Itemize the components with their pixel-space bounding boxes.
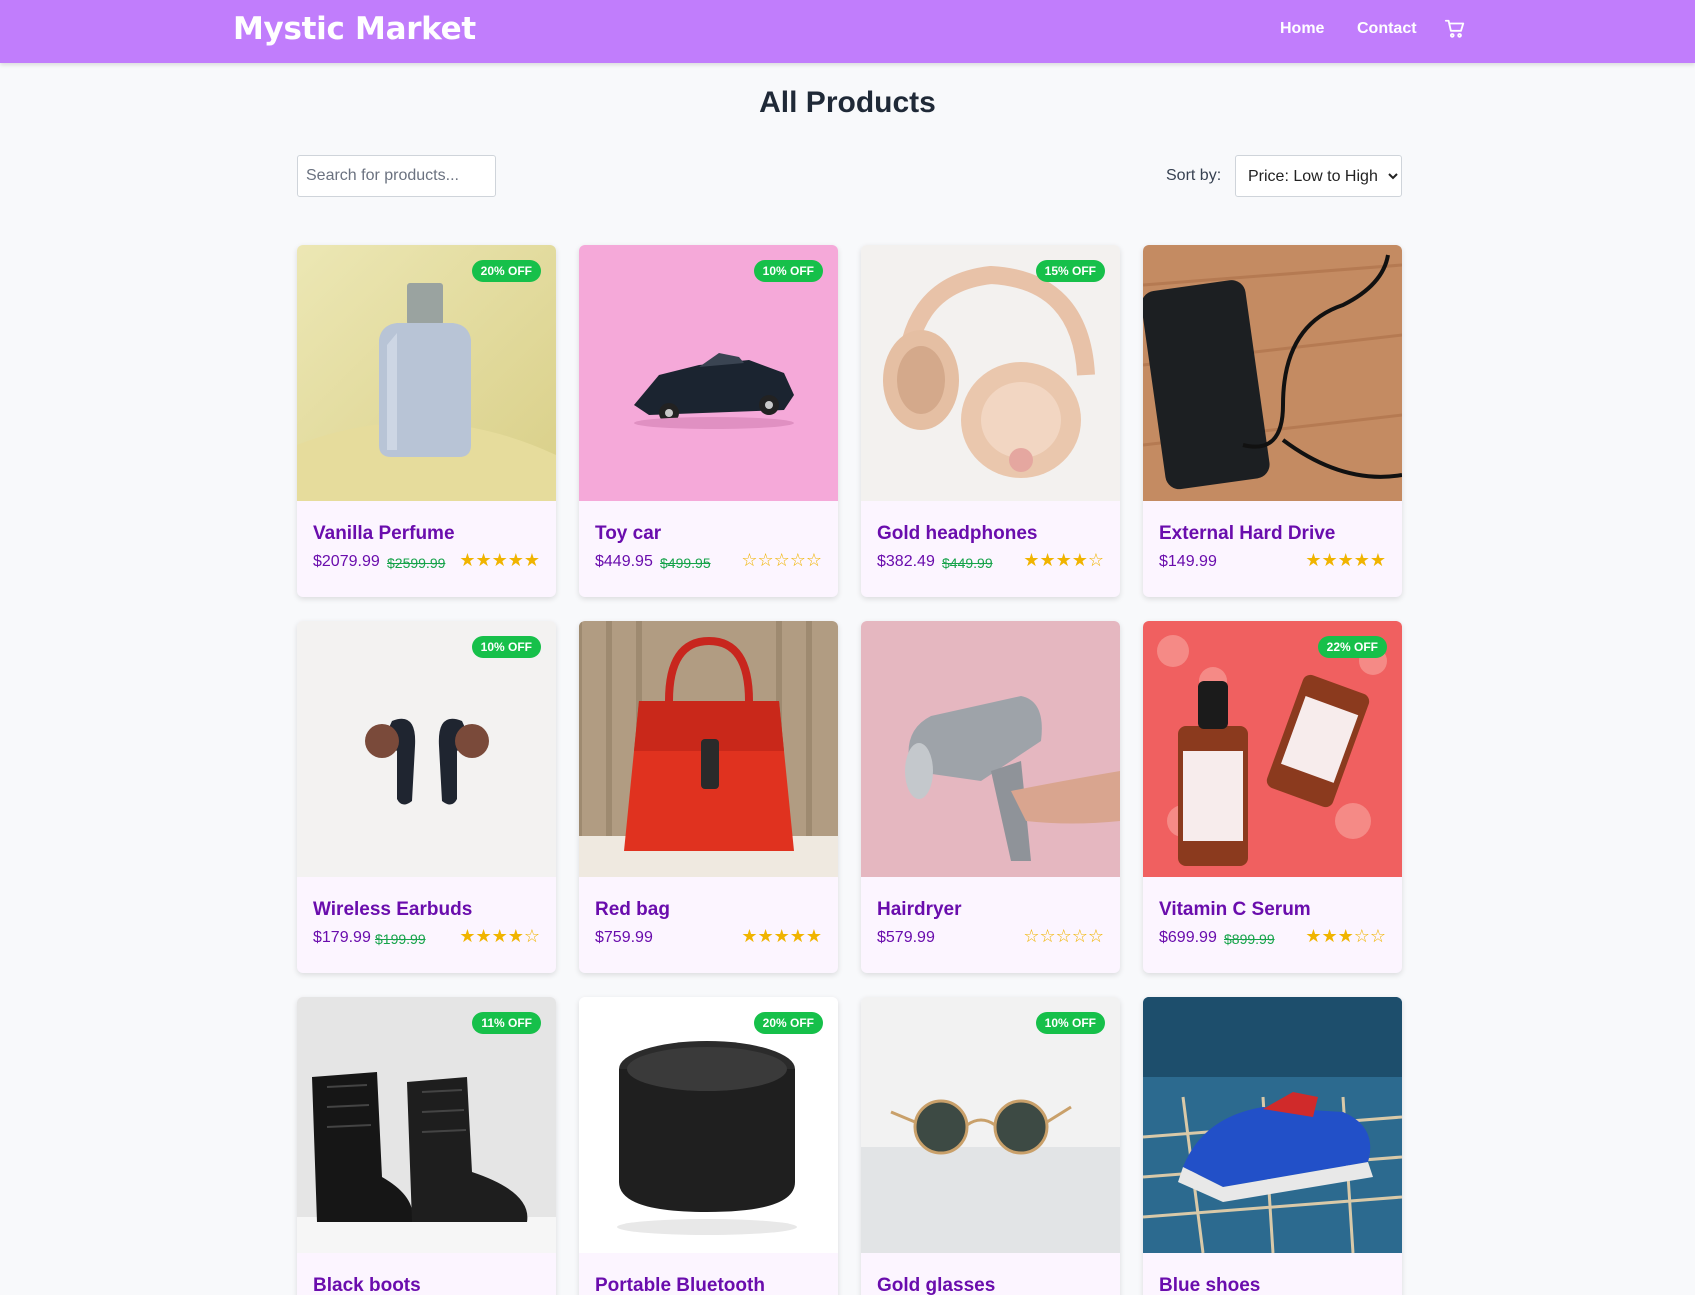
product-price: $449.95: [595, 553, 653, 570]
product-title[interactable]: Black boots: [313, 1275, 421, 1295]
product-image-toy-car[interactable]: [579, 245, 838, 501]
product-image-serum[interactable]: [1143, 621, 1402, 877]
cart-icon[interactable]: [1444, 18, 1466, 40]
product-price: $2079.99: [313, 553, 380, 570]
nav-home-link[interactable]: Home: [1280, 20, 1324, 38]
product-image-perfume[interactable]: [297, 245, 556, 501]
brand-logo[interactable]: Mystic Market: [233, 11, 476, 47]
product-card[interactable]: 20% OFF Vanilla Perfume $2079.99 $2599.9…: [297, 245, 556, 597]
product-old-price: $449.99: [942, 555, 993, 571]
discount-badge: 10% OFF: [471, 636, 541, 658]
product-image-headphones[interactable]: [861, 245, 1120, 501]
product-image-boots[interactable]: [297, 997, 556, 1253]
product-card[interactable]: 15% OFF Gold headphones $382.49 $449.99 …: [861, 245, 1120, 597]
product-title[interactable]: Toy car: [595, 523, 661, 545]
product-title[interactable]: Red bag: [595, 899, 670, 921]
product-image-blue-shoes[interactable]: [1143, 997, 1402, 1253]
discount-badge: 22% OFF: [1317, 636, 1387, 658]
product-title[interactable]: Blue shoes: [1159, 1275, 1260, 1295]
discount-badge: 20% OFF: [471, 260, 541, 282]
product-title[interactable]: Gold glasses: [877, 1275, 995, 1295]
product-price: $759.99: [595, 929, 653, 946]
sort-label: Sort by:: [1166, 167, 1222, 184]
rating-stars: ★★★★☆: [1023, 550, 1104, 571]
product-old-price: $499.95: [660, 555, 711, 571]
rating-stars: ☆☆☆☆☆: [741, 550, 822, 571]
product-card[interactable]: Red bag $759.99 ★★★★★: [579, 621, 838, 973]
product-card[interactable]: 22% OFF Vitamin C Serum $699.99 $899.99 …: [1143, 621, 1402, 973]
discount-badge: 11% OFF: [472, 1012, 541, 1034]
rating-stars: ★★★☆☆: [1305, 926, 1386, 947]
product-image-hairdryer[interactable]: [861, 621, 1120, 877]
product-price: $382.49: [877, 553, 935, 570]
page-title: All Products: [759, 86, 936, 119]
product-title[interactable]: Vanilla Perfume: [313, 523, 455, 545]
product-old-price: $899.99: [1224, 931, 1275, 947]
rating-stars: ☆☆☆☆☆: [1023, 926, 1104, 947]
product-card[interactable]: External Hard Drive $149.99 ★★★★★: [1143, 245, 1402, 597]
sort-select[interactable]: Price: Low to High: [1235, 155, 1402, 197]
rating-stars: ★★★★★: [1305, 550, 1386, 571]
product-title[interactable]: Hairdryer: [877, 899, 962, 921]
product-title[interactable]: External Hard Drive: [1159, 523, 1335, 545]
product-image-hard-drive[interactable]: [1143, 245, 1402, 501]
rating-stars: ★★★★★: [741, 926, 822, 947]
search-input[interactable]: [297, 155, 496, 197]
product-image-earbuds[interactable]: [297, 621, 556, 877]
rating-stars: ★★★★★: [459, 550, 540, 571]
product-title[interactable]: Portable Bluetooth: [595, 1275, 765, 1295]
product-price: $179.99: [313, 929, 371, 946]
product-card[interactable]: Blue shoes: [1143, 997, 1402, 1295]
product-card[interactable]: 10% OFF Gold glasses: [861, 997, 1120, 1295]
product-image-red-bag[interactable]: [579, 621, 838, 877]
discount-badge: 10% OFF: [1035, 1012, 1105, 1034]
nav-contact-link[interactable]: Contact: [1357, 20, 1417, 38]
product-card[interactable]: 11% OFF Black boots: [297, 997, 556, 1295]
product-title[interactable]: Gold headphones: [877, 523, 1037, 545]
product-price: $579.99: [877, 929, 935, 946]
discount-badge: 10% OFF: [753, 260, 823, 282]
product-title[interactable]: Vitamin C Serum: [1159, 899, 1311, 921]
discount-badge: 20% OFF: [753, 1012, 823, 1034]
rating-stars: ★★★★☆: [459, 926, 540, 947]
product-image-glasses[interactable]: [861, 997, 1120, 1253]
product-card[interactable]: 10% OFF Toy car $449.95 $499.95 ☆☆☆☆☆: [579, 245, 838, 597]
product-price: $699.99: [1159, 929, 1217, 946]
product-image-speaker[interactable]: [579, 997, 838, 1253]
product-old-price: $199.99: [375, 931, 426, 947]
product-old-price: $2599.99: [387, 555, 446, 571]
product-card[interactable]: 10% OFF Wireless Earbuds $179.99 $199.99…: [297, 621, 556, 973]
product-card[interactable]: 20% OFF Portable Bluetooth: [579, 997, 838, 1295]
product-price: $149.99: [1159, 553, 1217, 570]
discount-badge: 15% OFF: [1035, 260, 1105, 282]
product-card[interactable]: Hairdryer $579.99 ☆☆☆☆☆: [861, 621, 1120, 973]
product-title[interactable]: Wireless Earbuds: [313, 899, 472, 921]
navbar: Mystic Market Home Contact: [0, 0, 1695, 63]
